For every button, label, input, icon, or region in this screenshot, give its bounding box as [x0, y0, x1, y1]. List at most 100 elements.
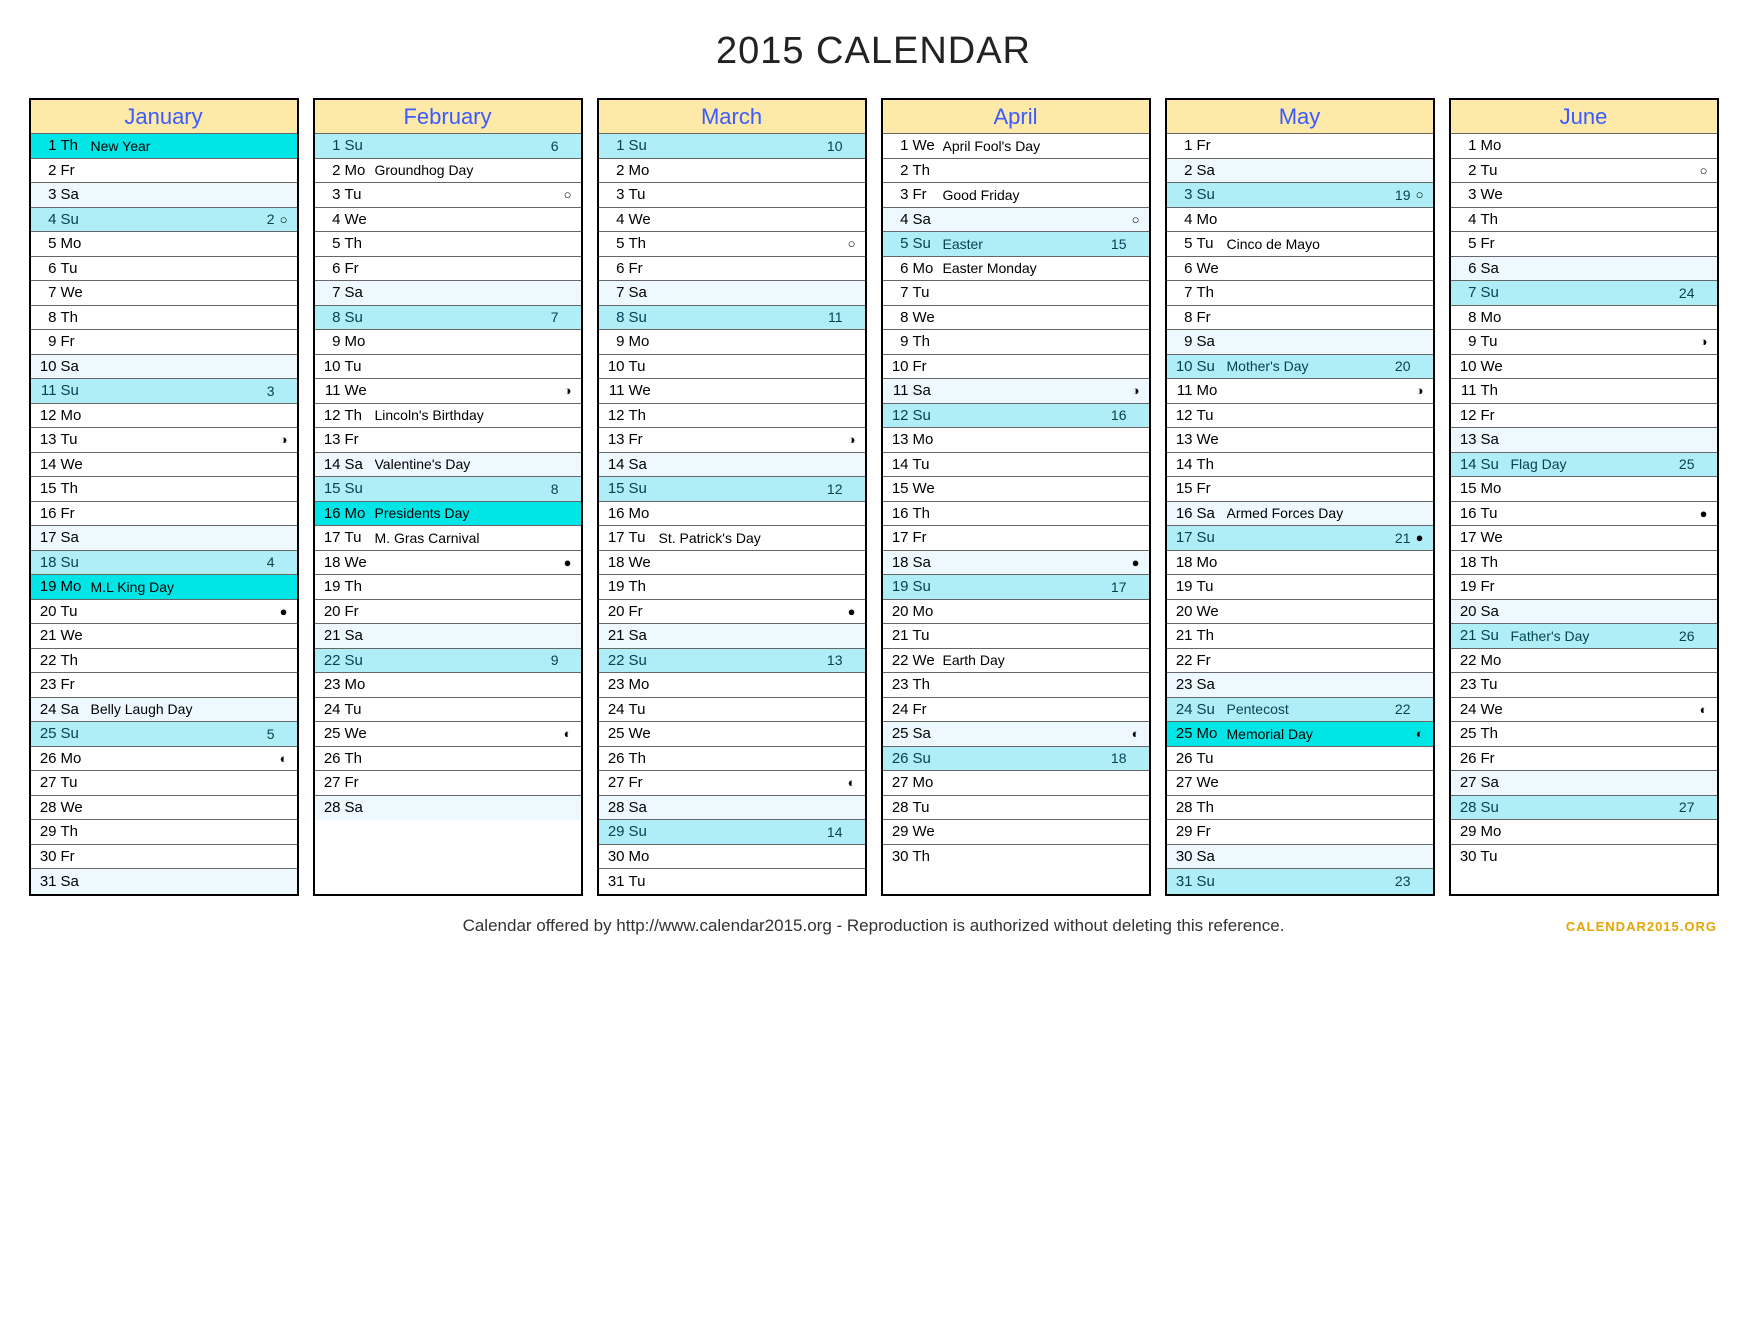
- day-weekday: Tu: [1481, 505, 1511, 522]
- day-weekday: We: [629, 382, 659, 399]
- day-weekday: Sa: [629, 627, 659, 644]
- day-row: 12Mo: [31, 404, 297, 429]
- day-number: 13: [31, 431, 61, 448]
- day-number: 30: [1451, 848, 1481, 865]
- day-number: 25: [31, 725, 61, 742]
- day-number: 24: [31, 701, 61, 718]
- day-weekday: Su: [61, 382, 91, 399]
- day-number: 22: [883, 652, 913, 669]
- day-row: 14We: [31, 453, 297, 478]
- day-row: 17Fr: [883, 526, 1149, 551]
- day-weekday: We: [1197, 603, 1227, 620]
- day-weekday: Sa: [1197, 848, 1227, 865]
- day-row: 1WeApril Fool's Day: [883, 134, 1149, 159]
- day-number: 1: [315, 137, 345, 154]
- day-weekday: Th: [629, 750, 659, 767]
- moon-phase-icon: ◐: [845, 775, 859, 790]
- day-row: 5SuEaster15: [883, 232, 1149, 257]
- day-weekday: Mo: [61, 750, 91, 767]
- day-number: 16: [1167, 505, 1197, 522]
- day-weekday: We: [913, 652, 943, 669]
- day-row: 24We◐: [1451, 698, 1717, 723]
- day-row: 2Mo: [599, 159, 865, 184]
- day-row: 10Tu: [599, 355, 865, 380]
- day-weekday: Tu: [913, 456, 943, 473]
- day-number: 19: [1451, 578, 1481, 595]
- day-number: 5: [1167, 235, 1197, 252]
- day-row: 18Th: [1451, 551, 1717, 576]
- day-row: 8Th: [31, 306, 297, 331]
- day-row: 20Mo: [883, 600, 1149, 625]
- day-number: 13: [1451, 431, 1481, 448]
- day-row: 14Sa: [599, 453, 865, 478]
- day-number: 7: [1451, 284, 1481, 301]
- day-weekday: Mo: [1197, 211, 1227, 228]
- day-row: 16Tu●: [1451, 502, 1717, 527]
- day-number: 9: [31, 333, 61, 350]
- moon-phase-icon: ●: [277, 604, 291, 619]
- day-row: 6Fr: [599, 257, 865, 282]
- day-number: 26: [1167, 750, 1197, 767]
- day-number: 29: [1451, 823, 1481, 840]
- day-weekday: Fr: [1481, 407, 1511, 424]
- day-row: 28We: [31, 796, 297, 821]
- day-number: 9: [1167, 333, 1197, 350]
- day-row: 23Tu: [1451, 673, 1717, 698]
- day-row: 21Th: [1167, 624, 1433, 649]
- day-row: 14SaValentine's Day: [315, 453, 581, 478]
- day-row: 24Fr: [883, 698, 1149, 723]
- day-row: 29Su14: [599, 820, 865, 845]
- day-row: 20Tu●: [31, 600, 297, 625]
- day-number: 25: [1167, 725, 1197, 742]
- day-row: 30Th: [883, 845, 1149, 870]
- day-row: 24Tu: [315, 698, 581, 723]
- day-number: 30: [883, 848, 913, 865]
- day-number: 24: [1167, 701, 1197, 718]
- day-row: 13Mo: [883, 428, 1149, 453]
- moon-phase-icon: ●: [1413, 530, 1427, 545]
- day-weekday: Mo: [629, 848, 659, 865]
- week-number: 2: [255, 211, 275, 227]
- moon-phase-icon: ○: [1697, 163, 1711, 178]
- day-number: 10: [31, 358, 61, 375]
- day-number: 6: [315, 260, 345, 277]
- day-weekday: Su: [913, 750, 943, 767]
- day-number: 5: [315, 235, 345, 252]
- page-title: 2015 CALENDAR: [20, 30, 1727, 73]
- month-june: June1Mo2Tu○3We4Th5Fr6Sa7Su248Mo9Tu◑10We1…: [1449, 98, 1719, 896]
- day-number: 23: [31, 676, 61, 693]
- day-number: 8: [599, 309, 629, 326]
- day-number: 23: [1167, 676, 1197, 693]
- day-row: 8Fr: [1167, 306, 1433, 331]
- day-number: 11: [1167, 382, 1197, 399]
- day-number: 24: [315, 701, 345, 718]
- day-number: 7: [315, 284, 345, 301]
- moon-phase-icon: ◐: [277, 751, 291, 766]
- day-weekday: Sa: [1197, 333, 1227, 350]
- day-weekday: We: [629, 211, 659, 228]
- day-number: 13: [599, 431, 629, 448]
- day-row: 22Su13: [599, 649, 865, 674]
- day-row: 7Th: [1167, 281, 1433, 306]
- day-row: 30Fr: [31, 845, 297, 870]
- day-row: 8We: [883, 306, 1149, 331]
- day-weekday: Tu: [61, 774, 91, 791]
- day-number: 3: [1167, 186, 1197, 203]
- day-row: 11Su3: [31, 379, 297, 404]
- day-weekday: Th: [1197, 627, 1227, 644]
- day-number: 18: [31, 554, 61, 571]
- day-weekday: We: [1197, 774, 1227, 791]
- week-number: 8: [539, 481, 559, 497]
- day-number: 5: [599, 235, 629, 252]
- day-row: 13Sa: [1451, 428, 1717, 453]
- day-row: 3Tu: [599, 183, 865, 208]
- week-number: 7: [539, 309, 559, 325]
- month-header: February: [315, 100, 581, 134]
- day-weekday: Fr: [345, 260, 375, 277]
- day-row: 27Fr: [315, 771, 581, 796]
- day-number: 1: [599, 137, 629, 154]
- day-row: 28Th: [1167, 796, 1433, 821]
- day-row: 27Tu: [31, 771, 297, 796]
- week-number: 22: [1391, 701, 1411, 717]
- day-weekday: Sa: [61, 186, 91, 203]
